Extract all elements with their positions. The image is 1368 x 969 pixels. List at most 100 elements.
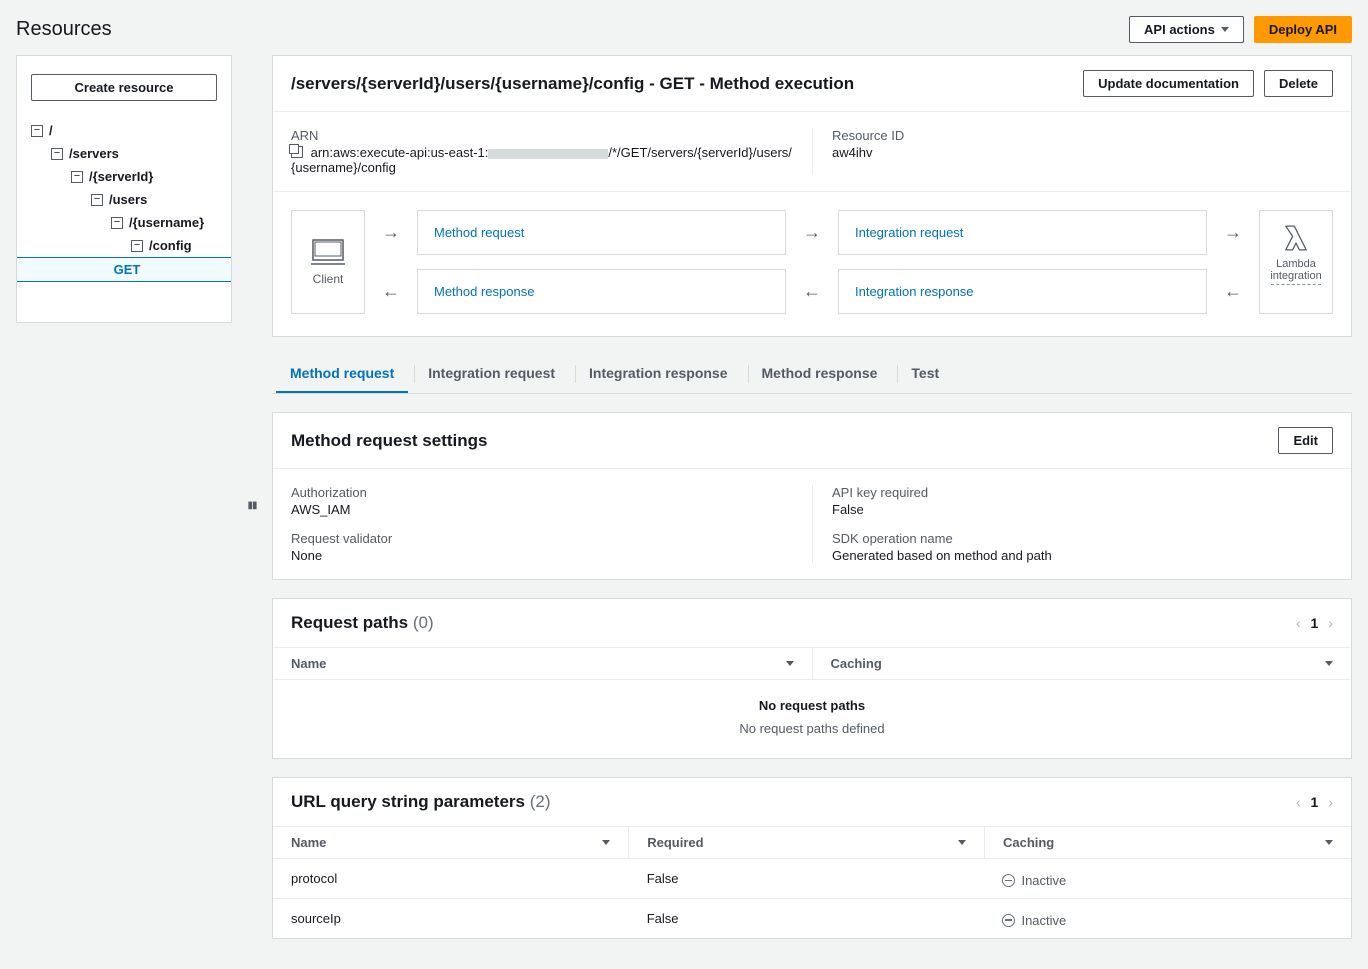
resources-sidebar: Create resource − / − /servers − /{serve…: [16, 55, 232, 323]
copy-icon[interactable]: [291, 146, 303, 158]
tree-collapse-icon[interactable]: −: [91, 194, 103, 206]
cell-caching: Inactive: [984, 898, 1351, 937]
cell-name: sourceIp: [273, 898, 629, 937]
inactive-icon: [1002, 874, 1015, 887]
resource-tree: − / − /servers − /{serverId} − /users −: [17, 119, 231, 282]
table-row: protocolFalseInactive: [273, 859, 1351, 899]
redacted-account-id: [488, 149, 608, 159]
sidebar-resize-handle[interactable]: ▮▮: [248, 500, 256, 511]
inactive-icon: [1002, 914, 1015, 927]
tree-item-username[interactable]: − /{username}: [17, 211, 231, 234]
tree-item-servers[interactable]: − /servers: [17, 142, 231, 165]
api-key-value: False: [832, 502, 1333, 517]
sdk-label: SDK operation name: [832, 531, 1333, 546]
create-resource-button[interactable]: Create resource: [31, 74, 217, 101]
tree-item-server-id[interactable]: − /{serverId}: [17, 165, 231, 188]
flow-method-request[interactable]: Method request: [417, 210, 786, 255]
resource-id-value: aw4ihv: [832, 145, 1333, 160]
arrow-left-icon: ←: [379, 269, 403, 314]
method-execution-title: /servers/{serverId}/users/{username}/con…: [291, 74, 854, 94]
flow-client-box: Client: [291, 210, 365, 314]
next-page-icon[interactable]: ›: [1328, 615, 1333, 631]
cell-required: False: [629, 859, 985, 899]
tab-method-request[interactable]: Method request: [276, 355, 408, 393]
next-page-icon[interactable]: ›: [1328, 794, 1333, 810]
method-request-settings-heading: Method request settings: [291, 431, 487, 451]
sort-icon: [786, 661, 794, 666]
update-documentation-button[interactable]: Update documentation: [1083, 70, 1254, 97]
request-paths-empty-sub: No request paths defined: [273, 721, 1351, 758]
deploy-api-button[interactable]: Deploy API: [1254, 16, 1352, 43]
table-row: sourceIpFalseInactive: [273, 898, 1351, 937]
authorization-value: AWS_IAM: [291, 502, 792, 517]
page-header: Resources API actions Deploy API: [16, 12, 1352, 55]
api-key-label: API key required: [832, 485, 1333, 500]
arrow-left-icon: ←: [800, 269, 824, 314]
sort-icon: [958, 840, 966, 845]
sort-icon: [1325, 840, 1333, 845]
flow-method-response[interactable]: Method response: [417, 269, 786, 314]
query-params-card: URL query string parameters (2) ‹ 1 › Na…: [272, 777, 1352, 939]
tree-collapse-icon[interactable]: −: [31, 125, 43, 137]
flow-lambda-box[interactable]: Lambda integration: [1259, 210, 1333, 314]
page-title: Resources: [16, 18, 112, 41]
tree-collapse-icon[interactable]: −: [71, 171, 83, 183]
column-caching[interactable]: Caching: [984, 827, 1351, 859]
tab-integration-response[interactable]: Integration response: [575, 355, 741, 393]
tree-collapse-icon[interactable]: −: [131, 240, 143, 252]
sdk-value: Generated based on method and path: [832, 548, 1333, 563]
sort-icon: [602, 840, 610, 845]
arrow-right-icon: →: [379, 210, 403, 255]
cell-caching: Inactive: [984, 859, 1351, 899]
query-params-table: Name Required Caching protocolFalseInact…: [273, 827, 1351, 938]
arrow-right-icon: →: [800, 210, 824, 255]
method-execution-flow: Client → Method request → Integration re…: [273, 191, 1351, 336]
sort-icon: [1325, 661, 1333, 666]
column-name[interactable]: Name: [273, 648, 812, 680]
request-paths-empty-title: No request paths: [273, 680, 1351, 721]
validator-label: Request validator: [291, 531, 792, 546]
api-actions-label: API actions: [1144, 22, 1215, 37]
delete-button[interactable]: Delete: [1264, 70, 1333, 97]
prev-page-icon[interactable]: ‹: [1296, 615, 1301, 631]
edit-settings-button[interactable]: Edit: [1278, 427, 1333, 454]
request-paths-heading: Request paths (0): [291, 613, 434, 633]
tree-collapse-icon[interactable]: −: [111, 217, 123, 229]
dotted-line: [1271, 284, 1321, 285]
column-caching[interactable]: Caching: [812, 648, 1351, 680]
query-params-heading: URL query string parameters (2): [291, 792, 551, 812]
validator-value: None: [291, 548, 792, 563]
authorization-label: Authorization: [291, 485, 792, 500]
tree-item-config[interactable]: − /config: [17, 234, 231, 257]
resource-id-label: Resource ID: [832, 128, 1333, 143]
request-paths-table: Name Caching: [273, 648, 1351, 680]
cell-required: False: [629, 898, 985, 937]
method-tabs: Method request Integration request Integ…: [272, 355, 1352, 394]
caret-down-icon: [1221, 27, 1229, 32]
method-execution-card: /servers/{serverId}/users/{username}/con…: [272, 55, 1352, 337]
flow-integration-request[interactable]: Integration request: [838, 210, 1207, 255]
tab-method-response[interactable]: Method response: [748, 355, 892, 393]
tree-item-root[interactable]: − /: [17, 119, 231, 142]
tree-collapse-icon[interactable]: −: [51, 148, 63, 160]
page-number: 1: [1311, 615, 1319, 631]
cell-name: protocol: [273, 859, 629, 899]
query-params-pager: ‹ 1 ›: [1296, 794, 1333, 810]
page-number: 1: [1311, 794, 1319, 810]
flow-integration-response[interactable]: Integration response: [838, 269, 1207, 314]
client-icon: [311, 238, 345, 266]
tree-item-get[interactable]: GET: [17, 257, 231, 282]
prev-page-icon[interactable]: ‹: [1296, 794, 1301, 810]
tree-item-users[interactable]: − /users: [17, 188, 231, 211]
arrow-left-icon: ←: [1221, 269, 1245, 314]
arn-value: arn:aws:execute-api:us-east-1:/*/GET/ser…: [291, 145, 792, 175]
api-actions-button[interactable]: API actions: [1129, 16, 1244, 43]
tab-test[interactable]: Test: [897, 355, 953, 393]
lambda-icon: [1279, 221, 1313, 258]
request-paths-pager: ‹ 1 ›: [1296, 615, 1333, 631]
request-paths-card: Request paths (0) ‹ 1 › Name: [272, 598, 1352, 759]
method-request-settings-card: Method request settings Edit Authorizati…: [272, 412, 1352, 580]
column-name[interactable]: Name: [273, 827, 629, 859]
column-required[interactable]: Required: [629, 827, 985, 859]
tab-integration-request[interactable]: Integration request: [414, 355, 569, 393]
